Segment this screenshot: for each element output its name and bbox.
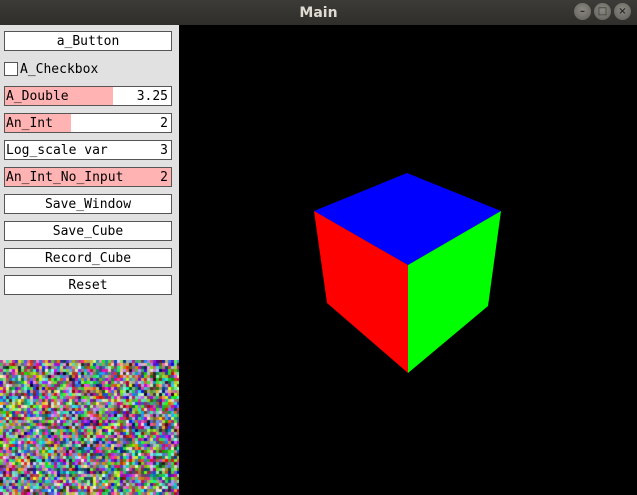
- title-bar: Main – □ ×: [0, 0, 637, 25]
- a-double-value[interactable]: 3.25: [137, 87, 168, 105]
- control-panel: a_Button A_Checkbox A_Double 3.25 An_Int…: [0, 25, 179, 360]
- minimize-icon[interactable]: –: [574, 3, 591, 20]
- window-buttons: – □ ×: [574, 3, 631, 20]
- noise-image: [0, 360, 179, 495]
- reset-button[interactable]: Reset: [4, 275, 172, 295]
- 3d-viewport[interactable]: [179, 25, 637, 495]
- a-checkbox[interactable]: A_Checkbox: [4, 60, 98, 78]
- a-double-label: A_Double: [6, 88, 69, 104]
- log-scale-slider[interactable]: Log_scale var 3: [4, 140, 172, 160]
- record-cube-button[interactable]: Record_Cube: [4, 248, 172, 268]
- a-button[interactable]: a_Button: [4, 31, 172, 51]
- log-scale-label: Log_scale var: [6, 142, 108, 158]
- maximize-icon[interactable]: □: [594, 3, 611, 20]
- a-checkbox-label: A_Checkbox: [20, 61, 99, 77]
- save-window-button[interactable]: Save_Window: [4, 194, 172, 214]
- close-icon[interactable]: ×: [614, 3, 631, 20]
- checkbox-icon[interactable]: [4, 62, 18, 76]
- log-scale-value[interactable]: 3: [160, 141, 168, 159]
- an-int-no-input-label: An_Int_No_Input: [6, 169, 124, 185]
- a-double-slider[interactable]: A_Double 3.25: [4, 86, 172, 106]
- save-cube-button[interactable]: Save_Cube: [4, 221, 172, 241]
- an-int-label: An_Int: [6, 115, 53, 131]
- app-window: Main – □ × a_Button A_Checkbox A_Double …: [0, 0, 637, 495]
- an-int-no-input-slider[interactable]: An_Int_No_Input 2: [4, 167, 172, 187]
- window-title: Main: [299, 4, 338, 21]
- an-int-no-input-value: 2: [160, 169, 168, 185]
- an-int-value[interactable]: 2: [160, 114, 168, 132]
- an-int-slider[interactable]: An_Int 2: [4, 113, 172, 133]
